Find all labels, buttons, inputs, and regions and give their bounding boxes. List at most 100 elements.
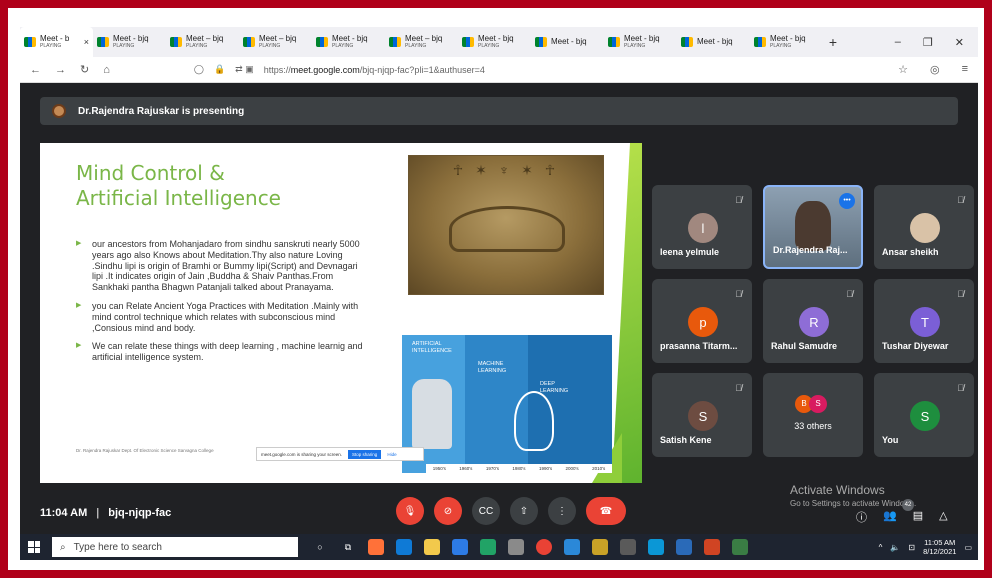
participant-name: Rahul Samudre [771,341,838,351]
browser-tab[interactable]: Meet - bjq [531,27,604,57]
browser-tab[interactable]: Meet - bjq PLAYING [604,27,677,57]
present-button[interactable]: ⇧ [510,497,538,525]
browser-tab[interactable]: Meet - bjq PLAYING [750,27,823,57]
screenshot-frame: Meet - b PLAYING × Meet - bjq PLAYING Meet – … [8,8,984,570]
meet-favicon-icon [608,37,620,47]
minimize-button[interactable]: – [895,36,901,49]
powerpoint-icon[interactable] [704,539,720,555]
chat-icon[interactable]: ▤ [913,509,923,525]
participant-tile[interactable]: 🎙̸ Ansar sheikh [874,185,974,269]
meet-favicon-icon [681,37,693,47]
menu-icon[interactable]: ≡ [962,63,968,76]
home-icon[interactable]: ⌂ [103,64,110,76]
firefox-icon[interactable] [368,539,384,555]
browser-tab[interactable]: Meet – bjq PLAYING [385,27,458,57]
people-icon[interactable]: 👥 [883,509,897,525]
participant-tile[interactable]: 🎙̸ S You [874,373,974,457]
sharing-notification: meet.google.com is sharing your screen. … [256,447,424,461]
tab-playing-label: PLAYING [332,43,354,49]
browser-tab[interactable]: Meet - b PLAYING × [20,27,93,57]
participant-avatar: l [688,213,718,243]
pen-icon[interactable] [564,539,580,555]
close-window-button[interactable]: ✕ [955,36,964,49]
participant-tile[interactable]: ••• Dr.Rajendra Raj... [763,185,863,269]
chevron-up-icon[interactable]: ^ [879,543,883,552]
back-arrow-icon[interactable]: ← [30,64,41,76]
bullet-item: you can Relate Ancient Yoga Practices wi… [76,301,366,333]
mic-muted-icon: 🎙̸ [846,289,853,299]
permissions-icon[interactable]: ⇄ ▣ [235,64,254,75]
mail-icon[interactable] [452,539,468,555]
windows-start-icon[interactable] [28,541,40,553]
notifications-icon[interactable]: ▭ [964,543,972,552]
robot-image [412,379,452,449]
chrome-icon[interactable] [536,539,552,555]
taskbar-search-input[interactable]: ⌕ Type here to search [52,537,298,557]
year-label: 2000's [565,466,579,471]
meet-favicon-icon [170,37,182,47]
bookmark-star-icon[interactable]: ☆ [898,63,908,76]
tab-title: Meet - bjq [478,35,514,43]
browser-tab[interactable]: Meet – bjq PLAYING [239,27,312,57]
cortana-icon[interactable]: ○ [312,539,328,555]
maximize-button[interactable]: ❐ [923,36,933,49]
year-label: 1950's [432,466,446,471]
taskbar-clock[interactable]: 11:05 AM 8/12/2021 [923,538,956,556]
meeting-time: 11:04 AM [40,507,88,519]
tab-title: Meet – bjq [186,35,224,43]
info-icon[interactable]: ⓘ [856,509,867,525]
participant-tile[interactable]: 🎙̸ p prasanna Titarm... [652,279,752,363]
teams-icon[interactable] [648,539,664,555]
network-icon[interactable]: ⊡ [908,543,915,552]
mic-muted-icon: 🎙̸ [735,195,742,205]
url-text: https://meet.google.com/bjq-njqp-fac?pli… [263,64,485,75]
hide-button[interactable]: Hide [387,452,396,457]
taskbar-apps: ○ ⧉ [312,539,748,555]
browser-tab[interactable]: Meet - bjq PLAYING [312,27,385,57]
seal-carving-image: ☥ ✶ ♆ ✶ ☥ [408,155,604,295]
captions-button[interactable]: CC [472,497,500,525]
close-tab-icon[interactable]: × [84,37,89,47]
grid-app-icon[interactable] [620,539,636,555]
participant-tile[interactable]: B S 33 others [763,373,863,457]
task-view-icon[interactable]: ⧉ [340,539,356,555]
more-options-button[interactable]: ⋮ [548,497,576,525]
participant-name: 33 others [794,421,832,431]
participant-name: leena yelmule [660,247,720,257]
browser-tab[interactable]: Meet - bjq PLAYING [93,27,166,57]
tab-title: Meet - bjq [624,35,660,43]
app-icon[interactable] [592,539,608,555]
browser-tab[interactable]: Meet – bjq PLAYING [166,27,239,57]
participant-tile[interactable]: 🎙̸ S Satish Kene [652,373,752,457]
participant-tile[interactable]: 🎙̸ T Tushar Diyewar [874,279,974,363]
file-explorer-icon[interactable] [424,539,440,555]
tab-title: Meet – bjq [405,35,443,43]
activities-icon[interactable]: △ [939,509,947,525]
new-tab-button[interactable]: + [823,34,843,50]
participant-name: Satish Kene [660,435,712,445]
brain-head-image [514,391,554,451]
leave-call-button[interactable]: ☎ [586,497,626,525]
participant-tile[interactable]: 🎙̸ l leena yelmule [652,185,752,269]
photos-icon[interactable] [676,539,692,555]
reload-icon[interactable]: ↻ [80,63,89,76]
meet-favicon-icon [24,37,36,47]
forward-arrow-icon[interactable]: → [55,64,66,76]
browser-tab[interactable]: Meet - bjq [677,27,750,57]
edge-icon[interactable] [396,539,412,555]
participant-name: Dr.Rajendra Raj... [773,245,848,255]
volume-icon[interactable]: 🔈 [890,543,900,552]
store-icon[interactable] [508,539,524,555]
stop-sharing-button[interactable]: Stop sharing [348,449,382,459]
participant-name: prasanna Titarm... [660,341,738,351]
camera-off-button[interactable]: ⊘ [434,497,462,525]
browser-tab[interactable]: Meet - bjq PLAYING [458,27,531,57]
excel-icon[interactable] [480,539,496,555]
mic-off-button[interactable]: 🎙 [396,497,424,525]
app-icon-2[interactable] [732,539,748,555]
pocket-icon[interactable]: ◎ [930,63,940,76]
participant-tile[interactable]: 🎙̸ R Rahul Samudre [763,279,863,363]
activate-windows-watermark: Activate Windows Go to Settings to activ… [790,483,917,508]
mic-muted-icon: 🎙̸ [957,289,964,299]
url-field[interactable]: ◯ 🔒 ⇄ ▣ https://meet.google.com/bjq-njqp… [194,64,485,75]
